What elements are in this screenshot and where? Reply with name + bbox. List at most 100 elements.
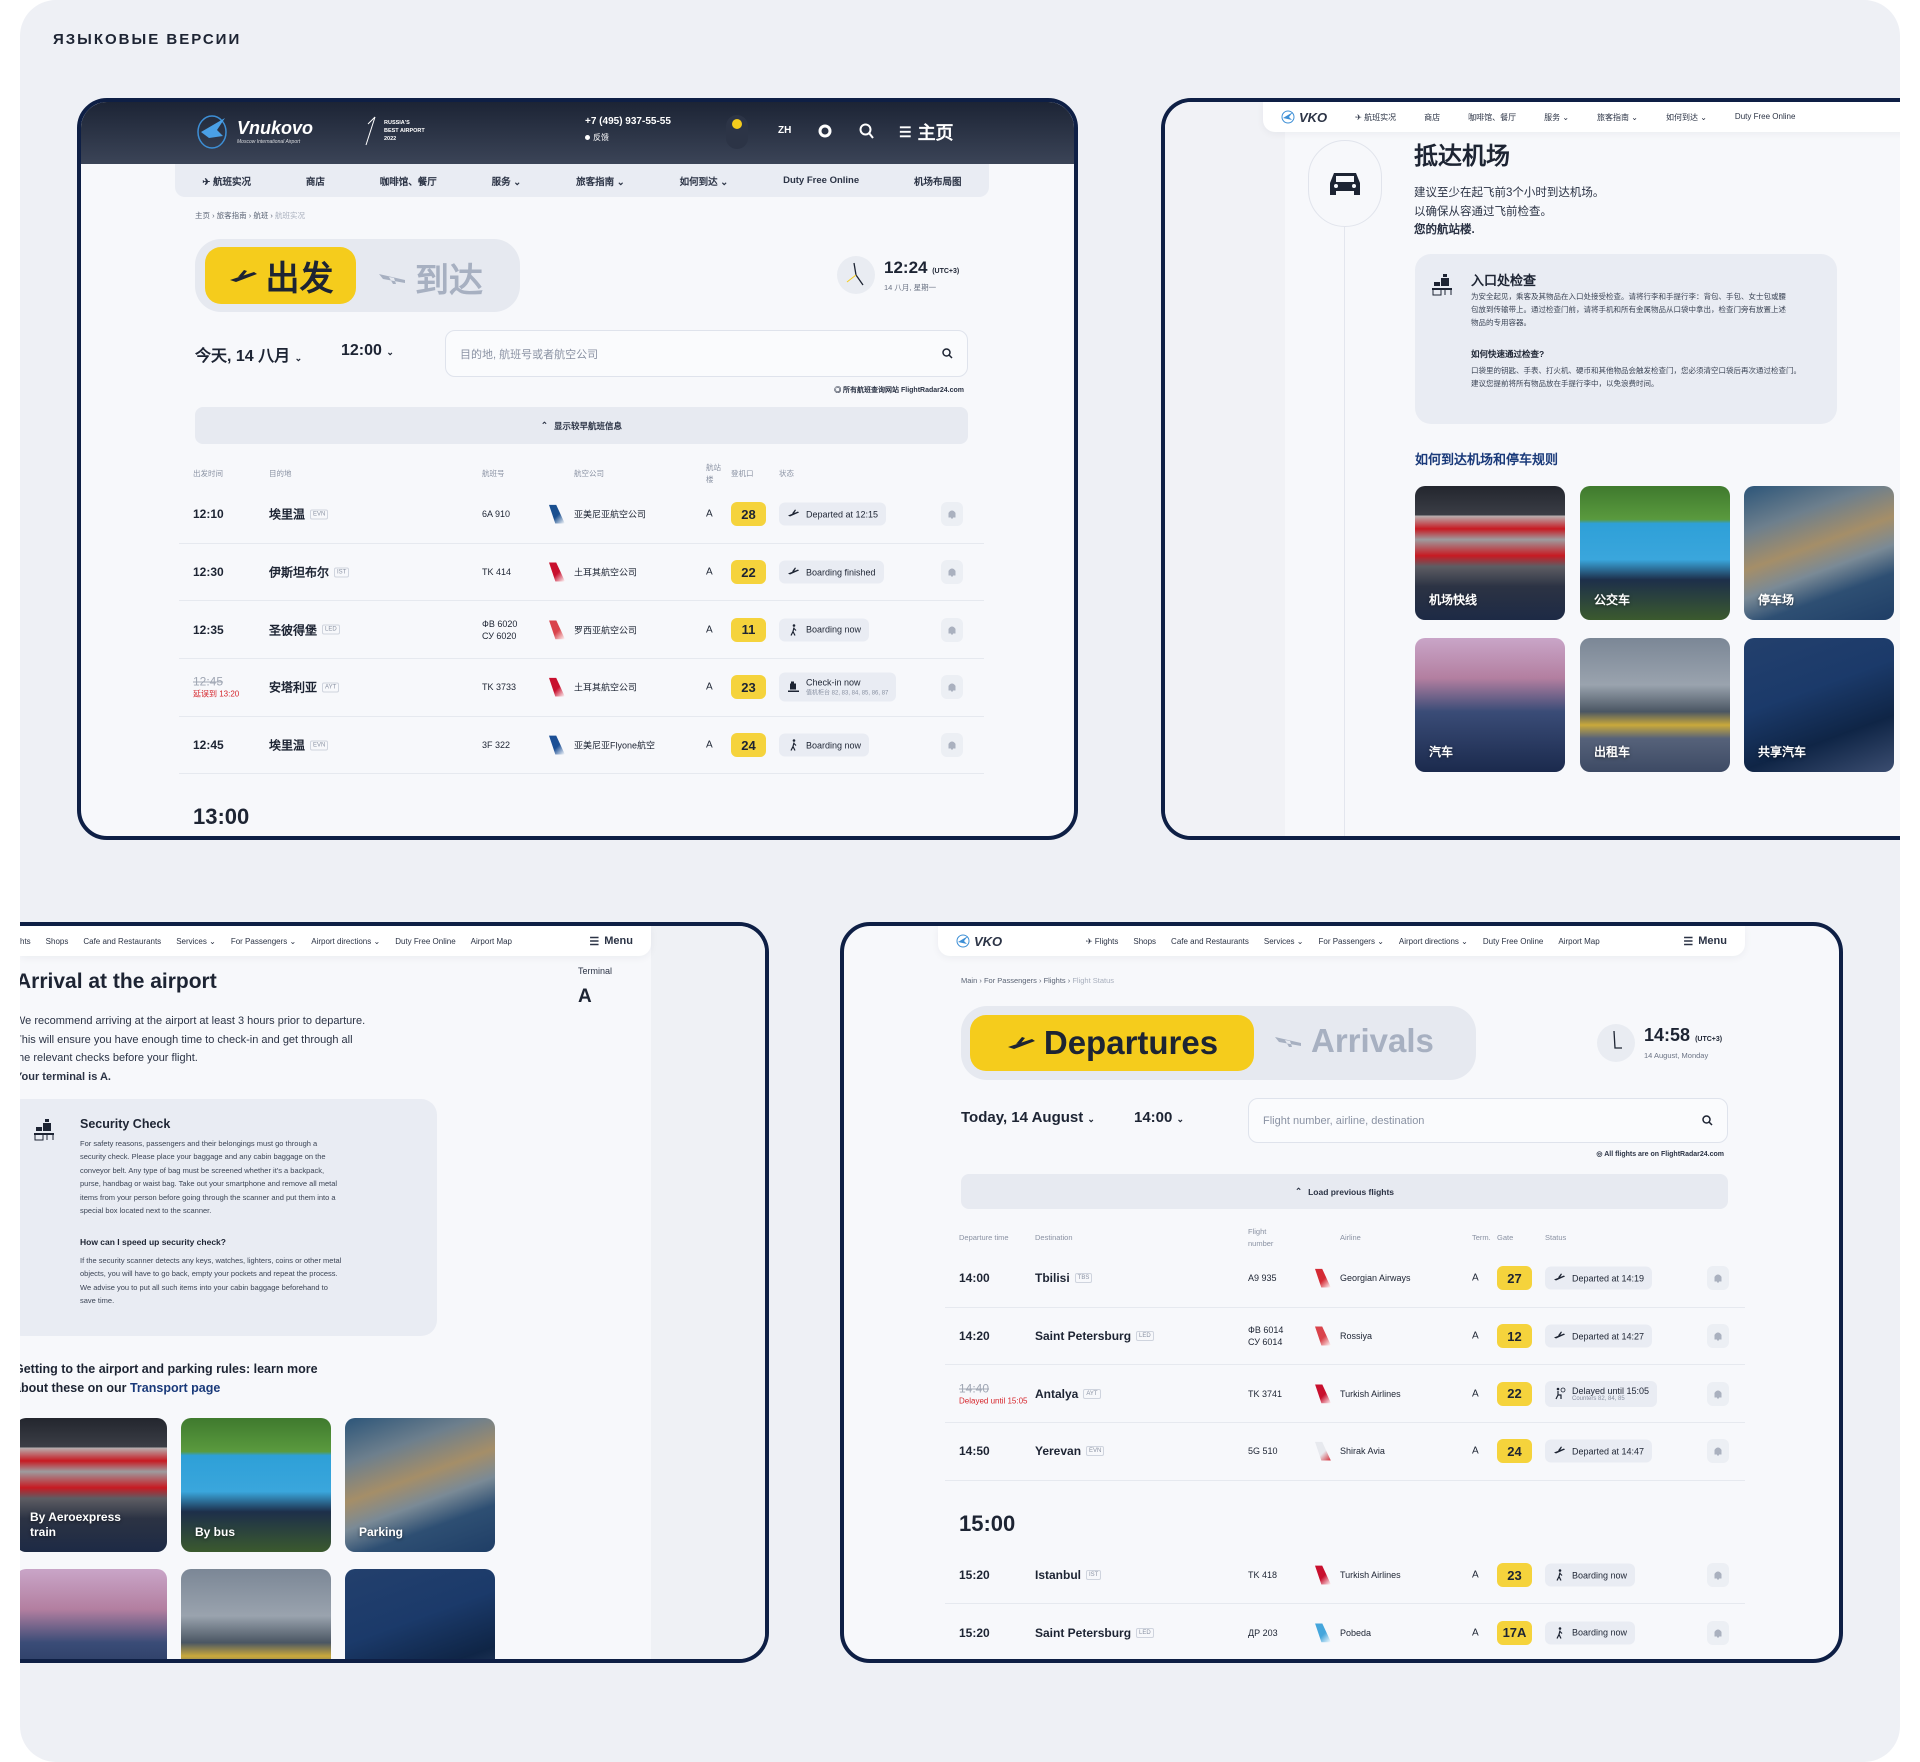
search-icon[interactable]	[942, 348, 953, 359]
tile-aeroexpress[interactable]: 机场快线	[1415, 486, 1565, 620]
nav-item[interactable]: 如何到达 ⌄	[680, 174, 729, 188]
date-selector[interactable]: Today, 14 August ⌄	[961, 1109, 1095, 1126]
nav-item[interactable]: 服务 ⌄	[492, 174, 522, 188]
tile-bus[interactable]: 公交车	[1580, 486, 1730, 620]
date-selector[interactable]: 今天, 14 八月 ⌄	[195, 342, 302, 366]
nav-item[interactable]: ✈ 航班实况	[1355, 112, 1396, 123]
flight-row[interactable]: 14:20 Saint Petersburg LED ФВ 6014 СУ 6014 Ro…	[945, 1308, 1745, 1366]
notify-button[interactable]	[941, 560, 963, 585]
flight-row[interactable]: 14:40 Delayed until 15:05 Antalya AYT TK 374…	[945, 1365, 1745, 1424]
notify-button[interactable]	[1707, 1266, 1729, 1291]
eye-icon[interactable]	[817, 124, 833, 138]
nav-item[interactable]: ✈ Flights	[1086, 937, 1119, 946]
destination[interactable]: Antalya AYT	[1035, 1387, 1101, 1401]
time-selector[interactable]: 12:00 ⌄	[341, 342, 394, 360]
nav-item[interactable]: 商店	[306, 174, 325, 188]
destination[interactable]: Saint Petersburg LED	[1035, 1626, 1154, 1640]
nav-item[interactable]: Airport Map	[471, 937, 512, 946]
tile-parking[interactable]: Parking	[345, 1418, 495, 1552]
flight-row[interactable]: 15:20 Saint Petersburg LED ДР 203 Pobeda A 17A…	[945, 1604, 1745, 1659]
tile-taxi[interactable]	[181, 1569, 331, 1659]
nav-item[interactable]: Airport Map	[1558, 937, 1599, 946]
notify-button[interactable]	[1707, 1381, 1729, 1406]
nav-item[interactable]: Duty Free Online	[395, 937, 455, 946]
nav-item[interactable]: 咖啡馆、餐厅	[1468, 112, 1516, 123]
destination[interactable]: 安塔利亚 AYT	[269, 679, 340, 696]
nav-item[interactable]: ✈ 航班实况	[202, 174, 251, 188]
tab-arrivals[interactable]: 到达	[377, 253, 483, 302]
search-icon[interactable]	[859, 123, 874, 139]
nav-item[interactable]: Duty Free Online	[1483, 937, 1543, 946]
flight-row[interactable]: 12:45 延误到 13:20 安塔利亚 AYT TK 3733 土耳其航空公司 A 23 Ch…	[179, 659, 984, 717]
menu-button[interactable]: ☰ 主页	[899, 119, 954, 145]
breadcrumb-item[interactable]: Flights	[1044, 976, 1066, 985]
breadcrumb-item[interactable]: For Passengers	[984, 976, 1037, 985]
destination[interactable]: Saint Petersburg LED	[1035, 1329, 1154, 1343]
nav-item[interactable]: 服务 ⌄	[1544, 112, 1569, 123]
tile-carsharing[interactable]: 共享汽车	[1744, 638, 1894, 772]
nav-item[interactable]: For Passengers ⌄	[1319, 937, 1384, 946]
notify-button[interactable]	[941, 502, 963, 527]
tab-arrivals[interactable]: Arrivals	[1273, 1022, 1434, 1060]
nav-item[interactable]: For Passengers ⌄	[231, 937, 296, 946]
nav-item[interactable]: 旅客指南 ⌄	[1597, 112, 1638, 123]
nav-item[interactable]: 旅客指南 ⌄	[576, 174, 625, 188]
nav-item[interactable]: Duty Free Online	[1735, 112, 1795, 123]
tile-carsharing[interactable]	[345, 1569, 495, 1659]
destination[interactable]: 埃里温 EVN	[269, 737, 329, 754]
nav-item[interactable]: Shops	[46, 937, 69, 946]
tab-departures[interactable]: 出发	[205, 247, 356, 304]
nav-item[interactable]: Duty Free Online	[783, 175, 859, 186]
destination[interactable]: 圣彼得堡 LED	[269, 621, 340, 638]
nav-item[interactable]: Airport directions ⌄	[1399, 937, 1468, 946]
destination[interactable]: Tbilisi TBS	[1035, 1271, 1093, 1285]
breadcrumb-item[interactable]: 航班	[253, 211, 268, 220]
notify-button[interactable]	[941, 617, 963, 642]
vnukovo-logo[interactable]: Vnukovo Moscow International Airport	[195, 112, 313, 150]
tile-car[interactable]	[20, 1569, 167, 1659]
tile-aeroexpress[interactable]: By Aeroexpress train	[20, 1418, 167, 1552]
tile-parking[interactable]: 停车场	[1744, 486, 1894, 620]
nav-item[interactable]: 咖啡馆、餐厅	[380, 174, 437, 188]
nav-item[interactable]: 如何到达 ⌄	[1666, 112, 1707, 123]
menu-button[interactable]: ☰ Menu	[589, 935, 633, 948]
notify-button[interactable]	[1707, 1563, 1729, 1588]
transport-page-link[interactable]: Transport page	[130, 1381, 220, 1395]
flight-row[interactable]: 14:50 Yerevan EVN 5G 510 Shirak Avia A 24 Depar…	[945, 1423, 1745, 1481]
tab-departures[interactable]: Departures	[970, 1015, 1254, 1071]
nav-item[interactable]: hts	[20, 937, 31, 946]
load-previous-button[interactable]: ⌃ Load previous flights	[961, 1174, 1728, 1209]
breadcrumb-item[interactable]: 旅客指南	[217, 211, 247, 220]
tile-car[interactable]: 汽车	[1415, 638, 1565, 772]
flight-search-input[interactable]: Flight number, airline, destination	[1248, 1098, 1728, 1143]
notify-button[interactable]	[941, 733, 963, 758]
search-icon[interactable]	[1702, 1115, 1713, 1126]
flightradar-link[interactable]: ◎ 所有航班查询网站 FlightRadar24.com	[834, 385, 964, 395]
notify-button[interactable]	[1707, 1620, 1729, 1645]
tile-bus[interactable]: By bus	[181, 1418, 331, 1552]
destination[interactable]: 伊斯坦布尔 IST	[269, 564, 350, 581]
feedback-link[interactable]: 反馈	[585, 132, 609, 143]
nav-item[interactable]: Services ⌄	[176, 937, 216, 946]
breadcrumb-item[interactable]: 主页	[195, 211, 210, 220]
tile-taxi[interactable]: 出租车	[1580, 638, 1730, 772]
flight-row[interactable]: 14:00 Tbilisi TBS A9 935 Georgian Airways A 27…	[945, 1250, 1745, 1308]
vko-logo[interactable]: VKO	[956, 934, 1002, 949]
nav-item[interactable]: Services ⌄	[1264, 937, 1304, 946]
breadcrumb-item[interactable]: Main	[961, 976, 977, 985]
flight-row[interactable]: 12:10 埃里温 EVN 6A 910 亚美尼亚航空公司 A 28 Departed at …	[179, 486, 984, 544]
notify-button[interactable]	[1707, 1439, 1729, 1464]
nav-item[interactable]: Shops	[1133, 937, 1156, 946]
flight-row[interactable]: 15:20 Istanbul IST TK 418 Turkish Airlines A 2…	[945, 1547, 1745, 1605]
nav-item[interactable]: Airport directions ⌄	[311, 937, 380, 946]
language-switch[interactable]: ZH	[778, 125, 791, 136]
vko-logo[interactable]: VKO	[1281, 110, 1327, 125]
flight-row[interactable]: 12:45 埃里温 EVN 3F 322 亚美尼亚Flyone航空 A 24 Boarding…	[179, 717, 984, 775]
load-previous-button[interactable]: ⌃ 显示较早航班信息	[195, 407, 968, 444]
phone-number[interactable]: +7 (495) 937-55-55	[585, 116, 671, 127]
time-selector[interactable]: 14:00 ⌄	[1134, 1109, 1184, 1126]
destination[interactable]: Istanbul IST	[1035, 1568, 1102, 1582]
destination[interactable]: Yerevan EVN	[1035, 1444, 1105, 1458]
nav-item[interactable]: Cafe and Restaurants	[1171, 937, 1249, 946]
nav-item[interactable]: Cafe and Restaurants	[83, 937, 161, 946]
